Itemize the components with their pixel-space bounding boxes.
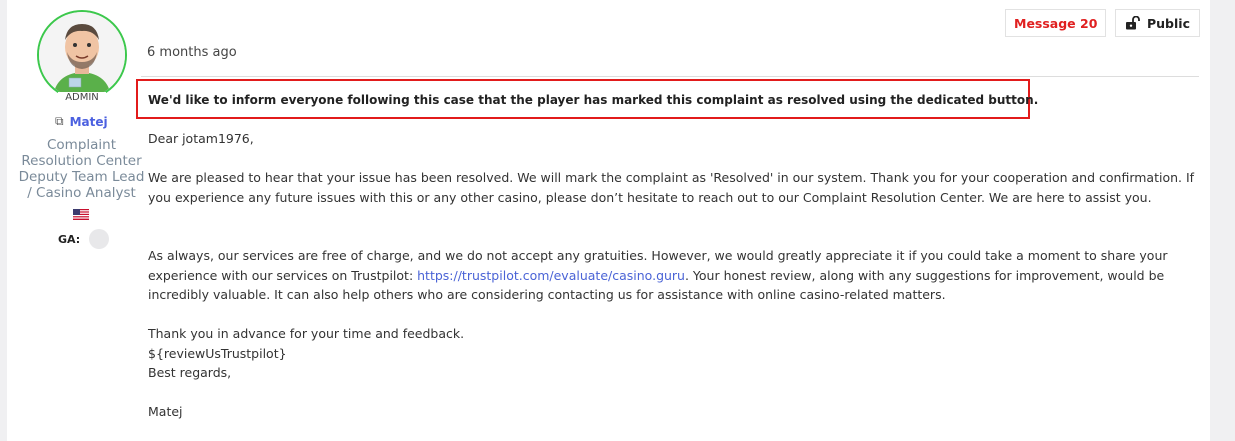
admin-label: ADMIN <box>58 92 106 103</box>
role-line: Resolution Center <box>21 153 142 169</box>
us-flag-icon <box>73 209 89 220</box>
unlock-icon <box>1126 16 1140 30</box>
copy-icon[interactable]: ⧉ <box>55 114 64 129</box>
role-line: Deputy Team Lead <box>18 169 145 185</box>
role-line: Complaint <box>46 137 117 153</box>
closing-block: Thank you in advance for your time and f… <box>148 324 1200 383</box>
paragraph-2-text: As always, our services are free of char… <box>148 246 1200 305</box>
signature-text: Matej <box>148 404 183 419</box>
ga-status-icon <box>89 229 110 249</box>
thanks-text: Thank you in advance for your time and f… <box>148 326 465 341</box>
resolved-notice: We'd like to inform everyone following t… <box>148 93 1039 107</box>
message-timestamp: 6 months ago <box>147 45 237 60</box>
paragraph-2: As always, our services are free of char… <box>148 246 1200 305</box>
greeting-text: Dear jotam1976, <box>148 131 254 146</box>
paragraph-1-text: We are pleased to hear that your issue h… <box>148 170 1195 205</box>
author-name-row: ⧉ Matej <box>55 114 108 129</box>
message-number-label: Message 20 <box>1014 15 1098 31</box>
ga-row: GA: <box>58 229 110 249</box>
greeting: Dear jotam1976, <box>148 129 1200 149</box>
placeholder-text: ${reviewUsTrustpilot} <box>148 345 287 361</box>
user-avatar[interactable] <box>37 10 127 100</box>
header-divider <box>141 76 1199 77</box>
visibility-button[interactable]: Public <box>1115 9 1200 37</box>
role-line: / Casino Analyst <box>27 185 136 201</box>
paragraph-1: We are pleased to hear that your issue h… <box>148 168 1200 207</box>
signature-block: Matej <box>148 402 1200 422</box>
trustpilot-link[interactable]: https://trustpilot.com/evaluate/casino.g… <box>417 268 685 283</box>
author-name-link[interactable]: Matej <box>70 115 108 129</box>
message-number-button[interactable]: Message 20 <box>1005 9 1107 37</box>
closing-text: Best regards, <box>148 365 232 380</box>
ga-label: GA: <box>58 232 81 246</box>
author-role: Complaint Resolution Center Deputy Team … <box>16 137 147 201</box>
visibility-label: Public <box>1147 15 1190 31</box>
